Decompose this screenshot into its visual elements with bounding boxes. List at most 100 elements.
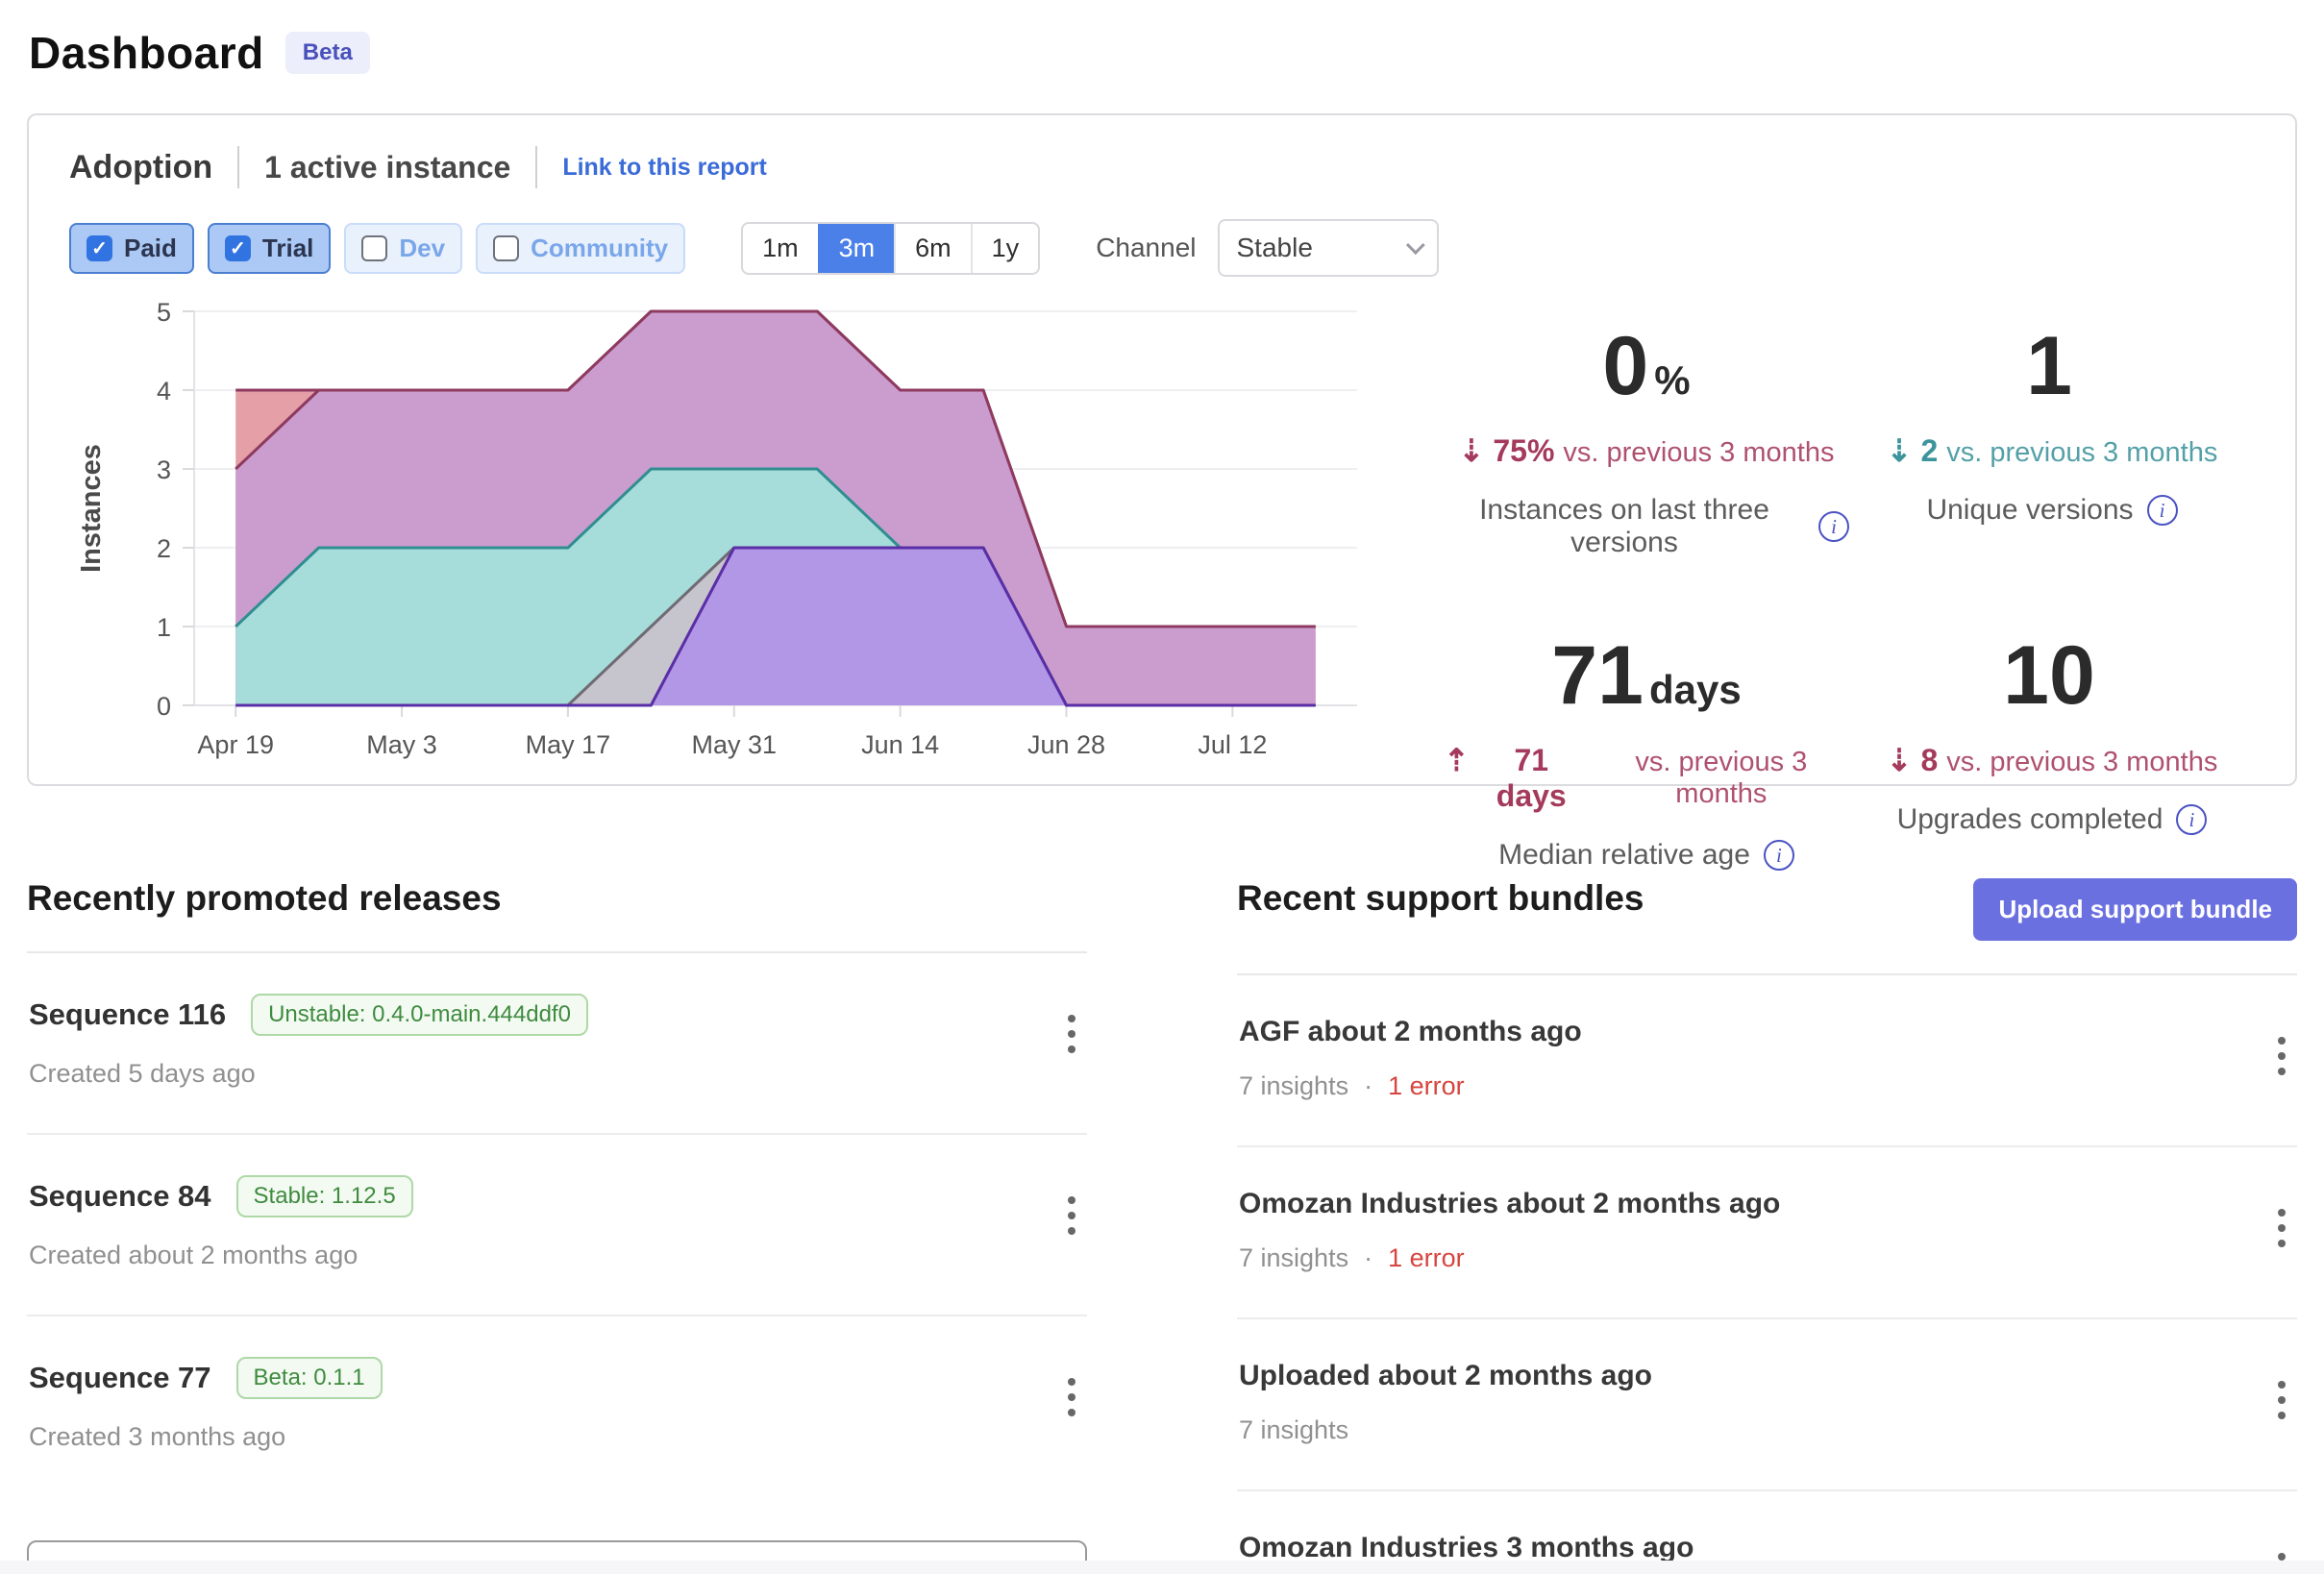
stat-label: Instances on last three versions xyxy=(1444,494,1805,559)
range-1m[interactable]: 1m xyxy=(743,224,818,273)
adoption-stats-grid: 0% ⇣ 75% vs. previous 3 months Instances… xyxy=(1415,298,2255,872)
page-title: Dashboard xyxy=(29,27,264,79)
trend-arrow-icon: ⇣ xyxy=(1459,432,1485,469)
stat-delta: ⇣ 2 vs. previous 3 months xyxy=(1849,432,2255,469)
svg-text:3: 3 xyxy=(157,455,171,484)
divider xyxy=(535,146,537,188)
range-6m[interactable]: 6m xyxy=(894,224,971,273)
more-options-button[interactable] xyxy=(1058,1365,1085,1430)
page-header: Dashboard Beta xyxy=(0,0,2324,79)
svg-text:Instances: Instances xyxy=(76,444,107,573)
stat-delta-suffix: vs. previous 3 months xyxy=(1594,747,1849,810)
release-item: Sequence 84 Stable: 1.12.5 Created about… xyxy=(27,1135,1087,1316)
svg-text:5: 5 xyxy=(157,298,171,327)
adoption-card-body: 012345Apr 19May 3May 17May 31Jun 14Jun 2… xyxy=(69,298,2255,872)
svg-text:1: 1 xyxy=(157,613,171,642)
link-to-report[interactable]: Link to this report xyxy=(562,154,767,182)
more-options-button[interactable] xyxy=(2268,1195,2295,1261)
stat: 0% ⇣ 75% vs. previous 3 months Instances… xyxy=(1444,325,1849,559)
stat-delta-value: 2 xyxy=(1920,433,1938,469)
filter-chip-paid[interactable]: ✓ Paid xyxy=(69,223,194,274)
divider xyxy=(237,146,239,188)
info-icon[interactable]: i xyxy=(1764,840,1794,871)
stat-delta: ⇣ 8 vs. previous 3 months xyxy=(1849,742,2255,778)
adoption-area-chart: 012345Apr 19May 3May 17May 31Jun 14Jun 2… xyxy=(69,298,1415,872)
filter-chip-dev[interactable]: Dev xyxy=(344,223,462,274)
stat-value: 1 xyxy=(2026,320,2072,412)
svg-text:May 31: May 31 xyxy=(692,730,778,759)
checkbox-icon xyxy=(493,235,519,261)
adoption-card-header: Adoption 1 active instance Link to this … xyxy=(69,146,2255,188)
bundle-title: AGF about 2 months ago xyxy=(1239,1016,1582,1048)
trend-arrow-icon: ⇣ xyxy=(1887,742,1913,778)
svg-text:Jun 28: Jun 28 xyxy=(1027,730,1105,759)
stat-label: Median relative age xyxy=(1498,839,1750,872)
svg-text:0: 0 xyxy=(157,692,171,721)
release-item: Sequence 116 Unstable: 0.4.0-main.444ddf… xyxy=(27,953,1087,1135)
bundles-section: Recent support bundles Upload support bu… xyxy=(1237,878,2297,1574)
bundle-item: AGF about 2 months ago 7 insights · 1 er… xyxy=(1237,975,2297,1147)
release-item: Sequence 77 Beta: 0.1.1 Created 3 months… xyxy=(27,1316,1087,1496)
dashboard-page: Dashboard Beta Adoption 1 active instanc… xyxy=(0,0,2324,1574)
upload-support-bundle-button[interactable]: Upload support bundle xyxy=(1973,878,2297,941)
channel-select-value: Stable xyxy=(1237,233,1313,263)
releases-section: Recently promoted releases Sequence 116 … xyxy=(27,878,1087,1574)
bundle-title: Uploaded about 2 months ago xyxy=(1239,1360,1652,1392)
svg-text:2: 2 xyxy=(157,534,171,563)
info-icon[interactable]: i xyxy=(2176,804,2207,835)
license-filter-group: ✓ Paid ✓ Trial Dev Community xyxy=(69,223,685,274)
stat-label-row: Unique versions i xyxy=(1849,494,2255,527)
active-instance-count: 1 active instance xyxy=(264,150,510,185)
bundle-insights: 7 insights xyxy=(1239,1243,1348,1273)
bundle-insights: 7 insights xyxy=(1239,1415,1348,1445)
range-3m[interactable]: 3m xyxy=(818,224,895,273)
adoption-card: Adoption 1 active instance Link to this … xyxy=(27,113,2297,786)
lower-columns: Recently promoted releases Sequence 116 … xyxy=(27,878,2297,1574)
time-range-group: 1m 3m 6m 1y xyxy=(741,222,1040,275)
stat-label-row: Median relative age i xyxy=(1444,839,1849,872)
more-options-button[interactable] xyxy=(2268,1023,2295,1089)
releases-heading: Recently promoted releases xyxy=(27,878,1087,919)
stat: 1 ⇣ 2 vs. previous 3 months Unique versi… xyxy=(1849,325,2255,559)
dot-separator: · xyxy=(1364,1243,1372,1273)
more-options-button[interactable] xyxy=(1058,1183,1085,1248)
bundle-item: Omozan Industries about 2 months ago 7 i… xyxy=(1237,1147,2297,1319)
svg-text:Apr 19: Apr 19 xyxy=(197,730,274,759)
dot-separator: · xyxy=(1364,1071,1372,1101)
stat-unit: % xyxy=(1654,357,1690,403)
channel-label: Channel xyxy=(1096,233,1196,263)
stat-label: Upgrades completed xyxy=(1897,803,2163,836)
filter-chip-trial[interactable]: ✓ Trial xyxy=(208,223,331,274)
release-title: Sequence 77 xyxy=(29,1361,211,1395)
stat-value: 10 xyxy=(2003,629,2095,722)
bundle-insights: 7 insights xyxy=(1239,1071,1348,1101)
filter-label: Community xyxy=(531,234,668,263)
stat-delta-value: 71 days xyxy=(1478,743,1585,814)
svg-text:Jul 12: Jul 12 xyxy=(1198,730,1267,759)
channel-select[interactable]: Stable xyxy=(1218,219,1439,277)
info-icon[interactable]: i xyxy=(1818,511,1849,542)
release-version-badge: Stable: 1.12.5 xyxy=(236,1175,413,1217)
filter-label: Trial xyxy=(262,234,313,263)
bundle-item: Uploaded about 2 months ago 7 insights xyxy=(1237,1319,2297,1491)
chevron-down-icon xyxy=(1405,235,1424,255)
checkbox-icon: ✓ xyxy=(225,235,251,261)
adoption-title: Adoption xyxy=(69,149,212,186)
more-options-button[interactable] xyxy=(2268,1367,2295,1433)
stat-delta-suffix: vs. previous 3 months xyxy=(1946,437,2217,469)
release-created: Created about 2 months ago xyxy=(29,1241,358,1270)
release-created: Created 3 months ago xyxy=(29,1422,285,1452)
stat-value: 71 xyxy=(1551,629,1644,722)
release-version-badge: Unstable: 0.4.0-main.444ddf0 xyxy=(251,994,588,1036)
range-1y[interactable]: 1y xyxy=(971,224,1039,273)
filter-chip-community[interactable]: Community xyxy=(476,223,685,274)
more-options-button[interactable] xyxy=(1058,1001,1085,1067)
bundle-errors: 1 error xyxy=(1388,1243,1465,1273)
trend-arrow-icon: ⇣ xyxy=(1887,432,1913,469)
stat-delta-value: 75% xyxy=(1493,433,1554,469)
chart-canvas: 012345Apr 19May 3May 17May 31Jun 14Jun 2… xyxy=(69,298,1415,759)
bundles-heading: Recent support bundles xyxy=(1237,878,1644,919)
info-icon[interactable]: i xyxy=(2147,495,2178,526)
stat: 71days ⇡ 71 days vs. previous 3 months M… xyxy=(1444,634,1849,872)
stat-label-row: Instances on last three versions i xyxy=(1444,494,1849,559)
